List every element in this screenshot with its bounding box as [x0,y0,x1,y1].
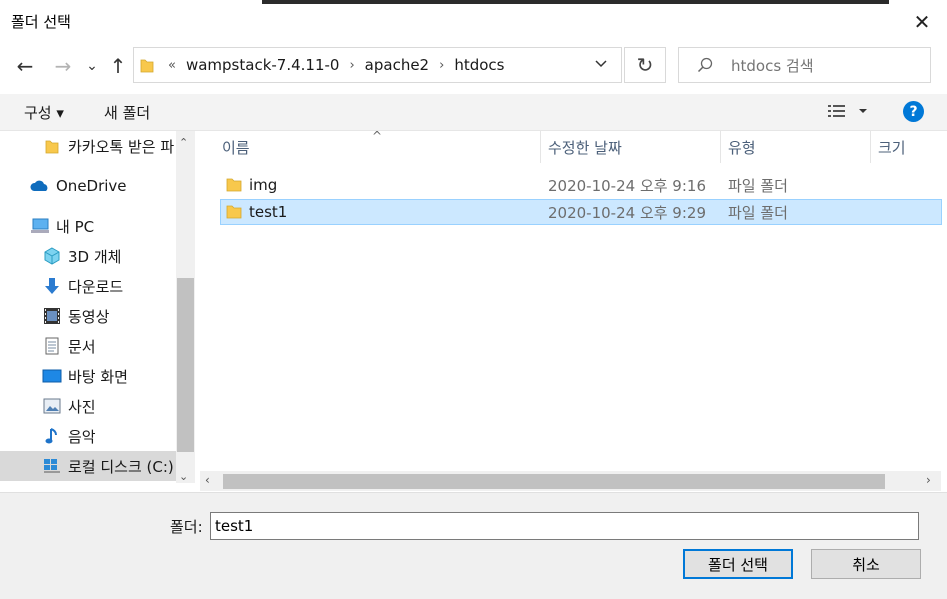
3d-objects-icon [42,246,62,266]
cancel-button[interactable]: 취소 [811,549,921,579]
sidebar-item-music[interactable]: 음악 [42,421,96,451]
sidebar-item-onedrive[interactable]: OneDrive [30,171,127,201]
search-box[interactable] [678,47,931,84]
file-name: img [249,176,278,194]
search-input[interactable] [729,48,928,84]
scroll-left-icon[interactable]: ‹ [205,473,210,487]
address-bar[interactable]: « wampstack-7.4.11-0 › apache2 › htdocs [133,47,622,83]
sidebar-item-pictures[interactable]: 사진 [42,391,96,421]
folder-icon [226,176,242,196]
column-header-date[interactable]: 수정한 날짜 [548,131,718,163]
desktop-icon [42,366,62,386]
breadcrumb-apache2[interactable]: apache2 [365,56,429,74]
table-row[interactable]: test1 2020-10-24 오후 9:29 파일 폴더 [220,199,942,225]
refresh-button[interactable]: ↻ [624,47,666,83]
folder-label: 폴더: [170,518,203,536]
sidebar-item-videos[interactable]: 동영상 [42,301,109,331]
sidebar-item-downloads[interactable]: 다운로드 [42,271,123,301]
sidebar-item-label: OneDrive [56,177,127,195]
column-divider[interactable] [870,131,871,163]
drive-icon [42,456,62,476]
download-icon [42,276,62,296]
sidebar-item-label: 문서 [68,337,96,356]
onedrive-icon [30,176,50,196]
select-folder-button[interactable]: 폴더 선택 [683,549,793,579]
sidebar-item-label: 로컬 디스크 (C:) [68,457,174,476]
folder-icon [226,203,242,223]
video-icon [42,306,62,326]
sidebar-item-label: 음악 [68,427,96,446]
sidebar-item-label: 다운로드 [68,277,124,296]
pictures-icon [42,396,62,416]
navigation-pane: 카카오톡 받은 파 OneDrive 내 PC 3D 개체 다운로드 동영상 문… [0,131,195,483]
up-button[interactable]: ↑ [104,52,132,80]
file-type: 파일 폴더 [728,203,788,222]
overflow-icon[interactable]: « [168,58,176,73]
folder-name-input[interactable] [210,512,919,540]
breadcrumb-wampstack[interactable]: wampstack-7.4.11-0 [186,56,340,74]
file-type: 파일 폴더 [728,176,788,195]
music-icon [42,426,62,446]
column-date-label: 수정한 날짜 [548,138,622,157]
sort-ascending-icon: ^ [372,129,383,143]
file-list: 이름 ^ 수정한 날짜 유형 크기 img 2020-10-24 오후 9:16… [200,129,947,491]
column-header-size[interactable]: 크기 [878,131,938,163]
sidebar-item-local-disk[interactable]: 로컬 디스크 (C:) [0,451,176,481]
search-icon [697,57,713,77]
horizontal-scrollbar-thumb[interactable] [223,474,885,489]
file-name: test1 [249,203,288,221]
column-divider[interactable] [540,131,541,163]
breadcrumb: « wampstack-7.4.11-0 › apache2 › htdocs [140,48,510,82]
title-bar [0,0,947,44]
sidebar-item-label: 3D 개체 [68,247,122,266]
breadcrumb-htdocs[interactable]: htdocs [454,56,504,74]
column-type-label: 유형 [728,138,756,157]
scroll-up-icon[interactable]: ⌃ [179,136,188,149]
help-icon[interactable]: ? [903,101,924,122]
dialog-title: 폴더 선택 [11,13,71,31]
background-window-edge [262,0,889,4]
table-row[interactable]: img 2020-10-24 오후 9:16 파일 폴더 [220,172,942,198]
document-icon [42,336,62,356]
scroll-down-icon[interactable]: ⌄ [179,470,188,483]
sidebar-item-label: 내 PC [56,217,95,236]
new-folder-button[interactable]: 새 폴더 [104,102,150,123]
sidebar-item-3d-objects[interactable]: 3D 개체 [42,241,121,271]
folder-icon [42,136,62,156]
sidebar-item-label: 동영상 [68,307,110,326]
sidebar-item-kakaotalk[interactable]: 카카오톡 받은 파 [42,131,174,161]
sidebar-item-label: 카카오톡 받은 파 [68,137,175,156]
sidebar-item-documents[interactable]: 문서 [42,331,96,361]
scroll-right-icon[interactable]: › [926,473,931,487]
file-date: 2020-10-24 오후 9:16 [548,176,706,195]
sidebar-item-this-pc[interactable]: 내 PC [30,211,94,241]
sidebar-item-label: 바탕 화면 [68,367,128,386]
forward-button[interactable]: → [49,52,77,80]
footer-panel [0,492,947,599]
sidebar-scrollbar-thumb[interactable] [177,278,194,452]
close-button[interactable]: ✕ [905,6,939,38]
sidebar-item-desktop[interactable]: 바탕 화면 [42,361,128,391]
address-dropdown-icon[interactable] [594,56,614,74]
column-size-label: 크기 [878,138,906,157]
back-button[interactable]: ← [11,52,39,80]
recent-locations-button[interactable]: ⌄ [80,52,104,80]
sidebar-item-label: 사진 [68,397,96,416]
view-options-icon[interactable] [828,104,868,122]
column-divider[interactable] [720,131,721,163]
file-date: 2020-10-24 오후 9:29 [548,203,706,222]
chevron-right-icon: › [349,57,355,73]
pc-icon [30,216,50,236]
organize-button[interactable]: 구성 ▾ [24,102,64,123]
column-name-label: 이름 [222,138,250,157]
folder-icon [140,57,154,73]
chevron-right-icon: › [439,57,445,73]
column-header-type[interactable]: 유형 [728,131,868,163]
